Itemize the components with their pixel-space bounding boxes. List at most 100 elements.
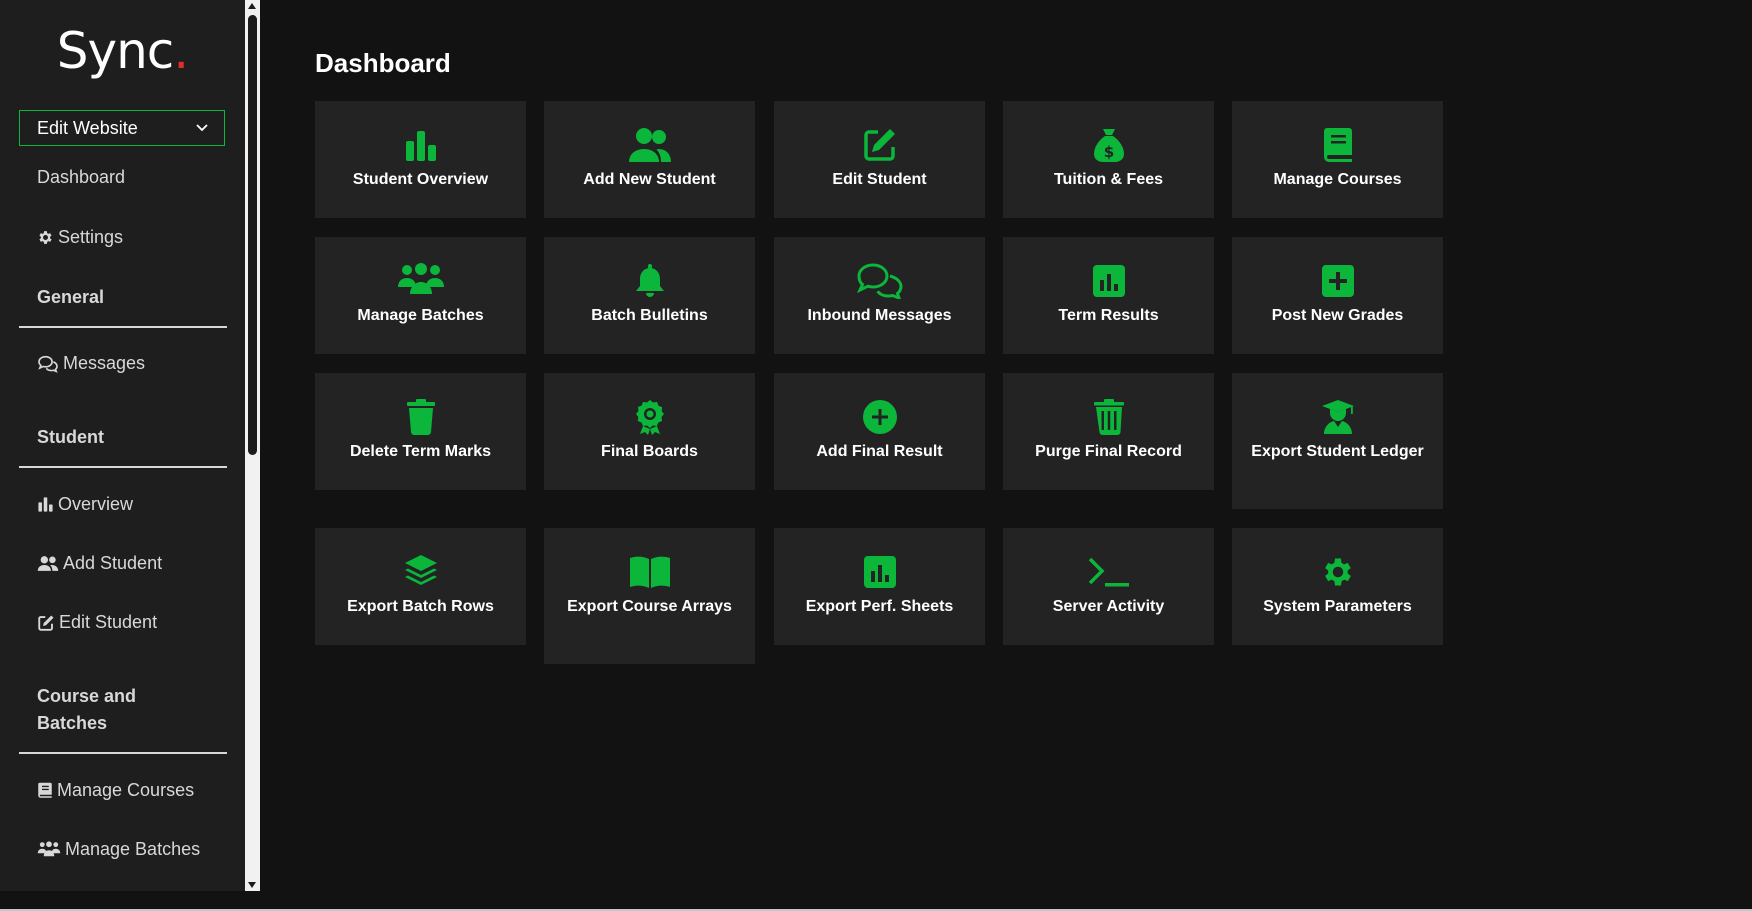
tile-label: Export Student Ledger [1251,443,1424,460]
sidebar-item-messages[interactable]: Messages [37,353,145,374]
tile-label: Term Results [1058,307,1159,324]
tile-inbound-messages[interactable]: Inbound Messages [774,237,985,354]
gear-icon [39,231,52,244]
sidebar-item-label: Overview [58,494,134,514]
scroll-up-arrow-icon[interactable] [248,3,256,9]
logo-text: Sync [56,22,175,80]
section-heading-line: Batches [37,713,108,733]
group-icon [37,841,61,857]
money-bag-icon: $ [1093,129,1124,162]
tile-system-parameters[interactable]: System Parameters [1232,528,1443,645]
tile-final-boards[interactable]: Final Boards [544,373,755,490]
section-heading-general: General [37,287,105,307]
chat-icon [856,263,903,299]
sidebar-item-label: Settings [58,227,124,247]
sidebar-item-manage-batches[interactable]: Manage Batches [37,839,200,860]
users-icon [628,128,671,162]
trash-icon [406,399,435,435]
plus-circle-icon [862,400,897,434]
tile-edit-student[interactable]: Edit Student [774,101,985,218]
tile-export-perf-sheets[interactable]: Export Perf. Sheets [774,528,985,645]
tile-purge-final-record[interactable]: Purge Final Record [1003,373,1214,490]
graduate-icon [1321,400,1354,434]
tile-label: Inbound Messages [807,307,952,324]
tile-tuition-fees[interactable]: $ Tuition & Fees [1003,101,1214,218]
bar-chart-icon [405,131,436,161]
app-window: Sync. Edit Website Dashboard Settings Ge… [0,0,1752,911]
layers-icon [404,555,437,585]
tile-label: Final Boards [601,443,698,460]
edit-website-dropdown[interactable]: Edit Website [19,110,225,146]
tile-label: Add New Student [583,171,716,188]
square-chart-icon [1092,265,1125,297]
award-icon [635,400,664,435]
tile-label: Edit Student [832,171,927,188]
edit-icon [863,129,895,161]
sidebar-item-label: Messages [63,353,146,373]
tile-label: Tuition & Fees [1053,171,1164,188]
page-title: Dashboard [315,48,451,78]
sidebar-item-label: Add Student [63,553,163,573]
gear-icon [1324,558,1351,586]
tile-label: System Parameters [1263,598,1412,615]
bell-icon [635,264,664,297]
group-icon [397,263,444,294]
tile-manage-courses[interactable]: Manage Courses [1232,101,1443,218]
sidebar-item-label: Dashboard [37,167,126,187]
scrollbar-thumb[interactable] [248,15,257,455]
tile-batch-bulletins[interactable]: Batch Bulletins [544,237,755,354]
tile-post-new-grades[interactable]: Post New Grades [1232,237,1443,354]
tile-label: Manage Batches [357,307,484,324]
scroll-down-arrow-icon[interactable] [248,882,256,888]
chat-icon [38,355,58,373]
users-icon [37,556,59,571]
section-divider [19,752,227,754]
tile-label: Export Perf. Sheets [805,598,954,615]
section-divider [19,466,227,468]
tile-label: Post New Grades [1271,307,1404,324]
sidebar-item-label: Edit Student [59,612,158,632]
sidebar-item-label: Manage Batches [65,839,201,859]
book-icon [1323,128,1352,162]
square-chart-icon [863,556,896,588]
trash-lines-icon [1093,399,1124,435]
sidebar-item-overview[interactable]: Overview [37,494,133,515]
section-heading-line: Course and [37,686,137,706]
sidebar-scrollbar[interactable] [245,0,260,891]
tile-label: Manage Courses [1273,171,1402,188]
edit-website-label: Edit Website [37,118,138,138]
tile-export-course-arrays[interactable]: Export Course Arrays [544,528,755,664]
tile-term-results[interactable]: Term Results [1003,237,1214,354]
section-heading-course-and-batches: Course and Batches [37,683,136,737]
tile-delete-term-marks[interactable]: Delete Term Marks [315,373,526,490]
section-heading-student: Student [37,427,104,447]
chevron-down-icon [196,124,208,132]
tile-add-new-student[interactable]: Add New Student [544,101,755,218]
tile-label: Add Final Result [816,443,943,460]
logo-dot: . [173,22,189,80]
svg-text:$: $ [1103,143,1113,161]
terminal-icon [1088,557,1129,587]
tile-manage-batches[interactable]: Manage Batches [315,237,526,354]
book-icon [38,782,52,798]
tile-label: Delete Term Marks [349,443,492,460]
sidebar-item-manage-courses[interactable]: Manage Courses [37,780,194,801]
tile-export-batch-rows[interactable]: Export Batch Rows [315,528,526,645]
tile-label: Server Activity [1052,598,1165,615]
tile-server-activity[interactable]: Server Activity [1003,528,1214,645]
section-divider [19,326,227,328]
tile-label: Student Overview [352,171,489,188]
sidebar-item-add-student[interactable]: Add Student [37,553,162,574]
plus-square-icon [1321,265,1354,297]
tile-label: Batch Bulletins [591,307,708,324]
bar-chart-icon [38,497,53,512]
tile-label: Purge Final Record [1035,443,1182,460]
tile-add-final-result[interactable]: Add Final Result [774,373,985,490]
tile-export-student-ledger[interactable]: Export Student Ledger [1232,373,1443,509]
sidebar-item-dashboard[interactable]: Dashboard [37,167,125,188]
sidebar-item-settings[interactable]: Settings [37,227,123,248]
sidebar-item-label: Manage Courses [57,780,195,800]
tile-student-overview[interactable]: Student Overview [315,101,526,218]
logo[interactable]: Sync. [0,22,245,80]
sidebar-item-edit-student[interactable]: Edit Student [37,612,157,633]
